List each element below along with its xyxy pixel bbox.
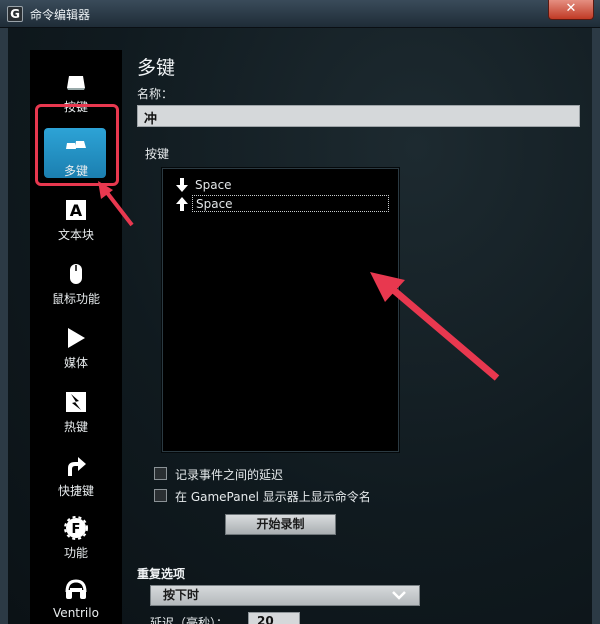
sidebar-item-mouse[interactable]: 鼠标功能 — [30, 258, 122, 316]
window-frame-right — [592, 28, 600, 624]
window-frame-left — [0, 28, 8, 624]
repeat-mode-select[interactable]: 按下时 — [150, 585, 420, 606]
sidebar-item-label: 鼠标功能 — [51, 292, 100, 306]
delay-label: 延迟（毫秒）： — [150, 616, 229, 624]
sidebar-item-label: 热键 — [63, 420, 88, 434]
hotkey-icon — [66, 392, 86, 412]
sidebar-item-label: Ventrilo — [53, 606, 99, 620]
mouse-icon — [70, 264, 82, 284]
svg-text:F: F — [72, 522, 81, 537]
shortcut-arrow-icon — [68, 457, 86, 476]
keys-list[interactable]: Space Space — [162, 168, 399, 452]
sidebar-item-hotkey[interactable]: 热键 — [30, 386, 122, 444]
name-label: 名称： — [137, 87, 174, 101]
repeat-options-label: 重复选项 — [137, 567, 186, 581]
sidebar-item-label: 快捷键 — [57, 484, 94, 498]
sidebar-item-media[interactable]: 媒体 — [30, 322, 122, 380]
list-item[interactable]: Space — [173, 195, 393, 213]
sidebar-item-function[interactable]: F 功能 — [30, 512, 122, 570]
sidebar-item-text-block[interactable]: A 文本块 — [30, 194, 122, 252]
checkbox-label: 记录事件之间的延迟 — [175, 468, 284, 482]
annotation-highlight-box — [35, 104, 119, 186]
start-recording-button[interactable]: 开始录制 — [225, 514, 336, 535]
title-bar: G 命令编辑器 ✕ — [0, 0, 600, 28]
function-gear-icon: F — [64, 516, 88, 540]
text-block-icon: A — [66, 200, 86, 220]
keys-label: 按键 — [145, 147, 170, 161]
sidebar-item-label: 功能 — [63, 546, 88, 560]
sidebar-item-label: 媒体 — [63, 356, 88, 370]
key-name: Space — [195, 178, 232, 192]
chevron-down-icon — [392, 591, 406, 600]
sidebar-item-label: 文本块 — [57, 228, 94, 242]
close-button[interactable]: ✕ — [548, 0, 594, 20]
repeat-mode-value: 按下时 — [163, 588, 200, 602]
gamepanel-display-checkbox[interactable] — [154, 489, 167, 502]
record-delays-checkbox[interactable] — [154, 467, 167, 480]
page-title: 多键 — [137, 57, 176, 79]
arrow-up-icon — [176, 197, 188, 211]
logitech-g-icon: G — [7, 6, 23, 22]
headset-icon — [65, 579, 87, 599]
checkbox-label: 在 GamePanel 显示器上显示命令名 — [175, 490, 371, 504]
play-icon — [68, 328, 85, 348]
arrow-down-icon — [176, 178, 188, 192]
keyboard-key-icon — [67, 76, 85, 90]
name-field[interactable]: 冲 — [137, 105, 580, 127]
svg-text:A: A — [70, 201, 83, 220]
key-name: Space — [192, 195, 389, 212]
window-title: 命令编辑器 — [30, 8, 91, 22]
list-item[interactable]: Space — [173, 176, 393, 194]
sidebar-item-ventrilo[interactable]: Ventrilo — [30, 574, 122, 624]
sidebar-item-shortcut[interactable]: 快捷键 — [30, 450, 122, 508]
delay-field[interactable]: 20 — [248, 612, 300, 624]
